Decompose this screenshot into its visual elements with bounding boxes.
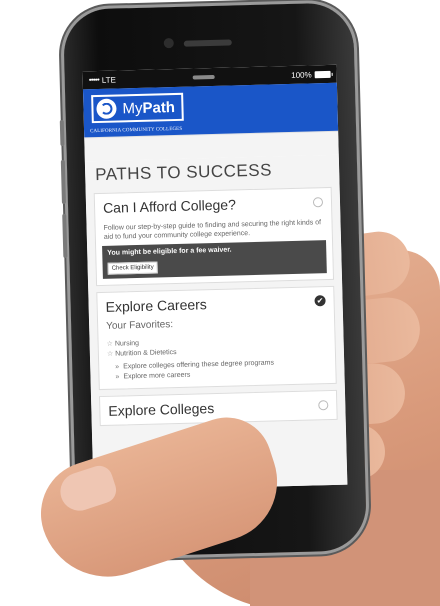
card-title: Explore Careers	[105, 296, 207, 315]
card-description: Follow our step-by-step guide to finding…	[103, 219, 322, 242]
battery-icon	[314, 70, 331, 78]
logo-text: MyPath	[122, 98, 176, 117]
volume-down-button	[62, 213, 68, 258]
mute-switch	[59, 119, 65, 147]
check-eligibility-button[interactable]: Check Eligibility	[107, 261, 158, 275]
waiver-message: You might be eligible for a fee waiver.	[107, 246, 232, 257]
fee-waiver-banner: You might be eligible for a fee waiver. …	[102, 239, 327, 279]
chevron-right-icon: »	[115, 364, 120, 372]
phone-speaker	[183, 39, 232, 47]
mypath-logo[interactable]: MyPath	[91, 92, 184, 124]
network-label: LTE	[101, 75, 117, 85]
card-title: Explore Colleges	[108, 400, 215, 419]
unchecked-circle-icon[interactable]	[318, 400, 329, 411]
star-icon: ☆	[106, 340, 114, 348]
star-icon: ☆	[106, 350, 114, 358]
card-afford-college[interactable]: Can I Afford College? Follow our step-by…	[93, 186, 335, 286]
card-explore-careers[interactable]: Explore Careers ✔ Your Favorites: ☆ Nurs…	[96, 285, 337, 391]
front-camera	[163, 37, 174, 49]
logo-circle-icon	[96, 98, 117, 120]
battery-label: 100%	[291, 69, 312, 80]
app-header: MyPath CALIFORNIA COMMUNITY COLLEGES	[82, 82, 339, 138]
header-subtitle: CALIFORNIA COMMUNITY COLLEGES	[90, 126, 183, 135]
favorites-heading: Your Favorites:	[106, 318, 174, 332]
unchecked-circle-icon[interactable]	[312, 197, 324, 208]
volume-up-button	[60, 159, 66, 204]
chevron-right-icon: »	[115, 373, 120, 381]
checkmark-circle-icon[interactable]: ✔	[314, 295, 326, 307]
card-title: Can I Afford College?	[102, 196, 237, 216]
time-pill	[192, 74, 215, 80]
signal-icon: ●●●●●	[88, 76, 99, 84]
favorites-list: ☆ Nursing ☆ Nutrition & Dietetics	[107, 334, 327, 359]
career-links: » Explore colleges offering these degree…	[107, 358, 327, 383]
